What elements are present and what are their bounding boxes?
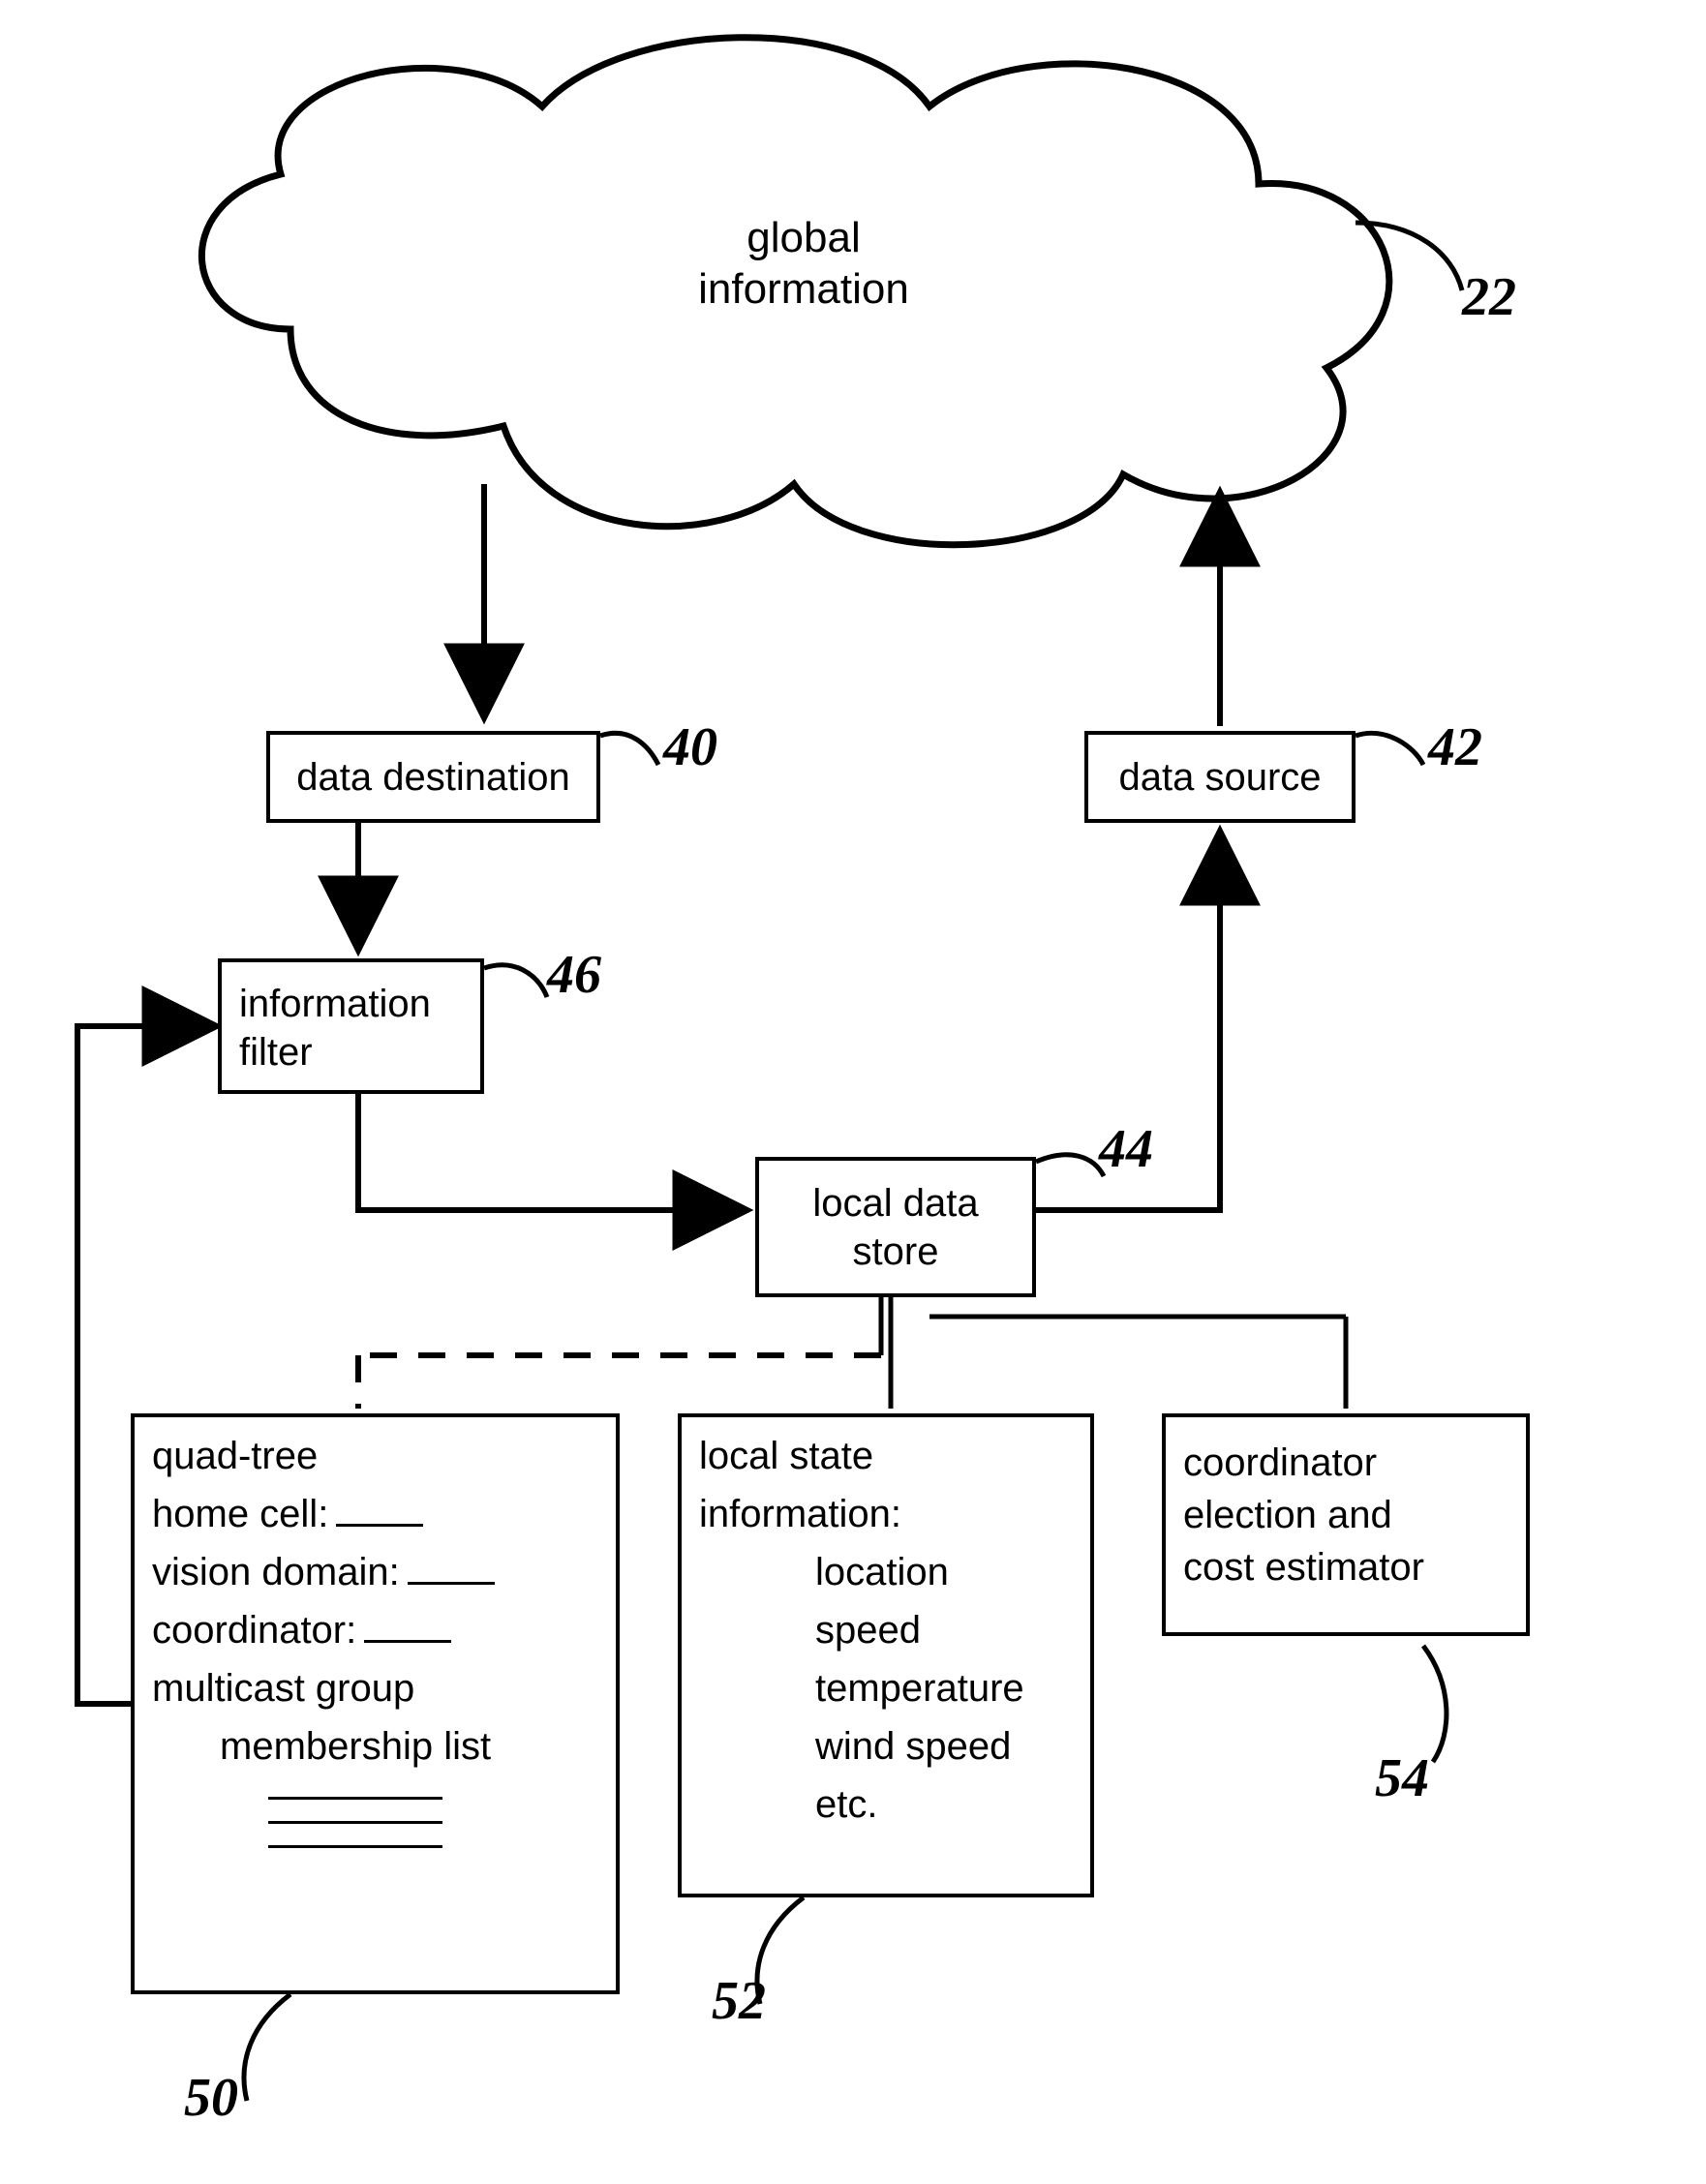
ls-l2: information: — [699, 1493, 901, 1535]
quad-tree-box: quad-tree home cell: vision domain: coor… — [131, 1413, 620, 1994]
information-filter-box: information filter — [218, 958, 484, 1094]
ls-l6: wind speed — [815, 1725, 1011, 1768]
coordinator-box: coordinator election and cost estimator — [1162, 1413, 1530, 1636]
cloud-line2: information — [698, 265, 909, 313]
ls-l7: etc. — [815, 1783, 877, 1826]
blank-line — [408, 1582, 495, 1585]
ls-l4: speed — [815, 1609, 921, 1652]
ref-42: 42 — [1428, 716, 1482, 778]
ls-l3: location — [815, 1551, 949, 1593]
ls-l5: temperature — [815, 1667, 1024, 1710]
ref-54: 54 — [1375, 1747, 1429, 1809]
data-destination-label: data destination — [296, 753, 569, 802]
cloud-label: global information — [639, 213, 968, 316]
list-line — [268, 1845, 442, 1848]
qt-l5: multicast group — [152, 1667, 414, 1710]
ce-l1: coordinator — [1183, 1441, 1377, 1484]
ref-44: 44 — [1099, 1118, 1153, 1180]
local-data-store-box: local data store — [755, 1157, 1036, 1297]
qt-l6: membership list — [220, 1725, 491, 1768]
data-destination-box: data destination — [266, 731, 600, 823]
ref-22: 22 — [1462, 266, 1516, 328]
info-filter-line1: information — [239, 983, 431, 1025]
ce-l2: election and — [1183, 1494, 1392, 1536]
ref-50: 50 — [184, 2067, 238, 2129]
local-state-box: local state information: location speed … — [678, 1413, 1094, 1897]
qt-l4: coordinator: — [152, 1609, 356, 1652]
list-line — [268, 1821, 442, 1824]
ref-40: 40 — [663, 716, 717, 778]
ls-l1: local state — [699, 1435, 873, 1477]
ce-l3: cost estimator — [1183, 1546, 1424, 1589]
lds-line1: local data — [812, 1182, 978, 1225]
blank-line — [364, 1640, 451, 1643]
list-line — [268, 1797, 442, 1800]
lds-line2: store — [853, 1230, 939, 1273]
data-source-box: data source — [1084, 731, 1356, 823]
diagram-canvas: global information 22 data destination 4… — [0, 0, 1706, 2184]
qt-l3: vision domain: — [152, 1551, 400, 1593]
ref-52: 52 — [712, 1970, 766, 2032]
ref-46: 46 — [547, 944, 601, 1006]
qt-l1: quad-tree — [152, 1435, 318, 1477]
info-filter-line2: filter — [239, 1031, 313, 1074]
cloud-line1: global — [746, 214, 860, 261]
blank-line — [336, 1524, 423, 1527]
data-source-label: data source — [1118, 753, 1321, 802]
qt-l2: home cell: — [152, 1493, 328, 1535]
